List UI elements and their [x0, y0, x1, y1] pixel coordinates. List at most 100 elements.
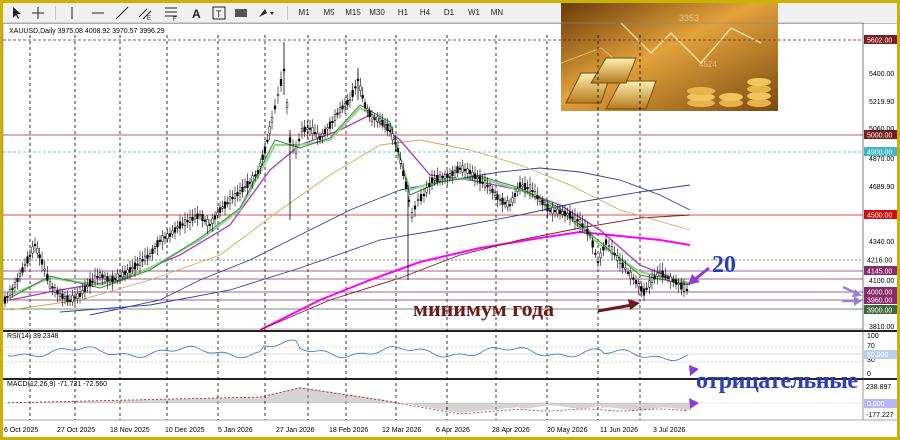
year-low-annotation: минимум года: [413, 296, 555, 321]
candle-body: [254, 174, 257, 177]
price-label: 4500.00: [867, 213, 892, 220]
candle-body: [471, 172, 474, 176]
candle-body: [88, 279, 92, 287]
candle-body: [221, 206, 224, 209]
candle-body: [491, 189, 494, 193]
candle-body: [86, 284, 89, 288]
candle-body: [451, 170, 454, 176]
date-tick: 18 Feb 2026: [329, 427, 368, 434]
candle-body: [501, 197, 504, 205]
candle-body: [503, 202, 507, 205]
price-tick: 5060.00: [869, 126, 894, 133]
candle-body: [156, 240, 159, 248]
candle-body: [456, 166, 459, 174]
candle-body: [23, 263, 27, 267]
candle-body: [436, 175, 439, 183]
price-tick: 4100.00: [869, 278, 894, 285]
candle-body: [596, 260, 600, 264]
candle-body: [73, 296, 77, 299]
candle-body: [318, 136, 322, 140]
candle-body: [303, 126, 306, 132]
date-tick: 6 Apr 2026: [436, 427, 470, 434]
rsi-line: [7, 339, 689, 362]
candle-body: [231, 196, 234, 200]
candle-body: [568, 211, 572, 219]
rsi-label: RSI(14) 39.2348: [7, 333, 59, 340]
price-label: 5602.00: [867, 38, 892, 45]
twenty-annotation: 20: [712, 252, 736, 278]
candle-body: [146, 254, 149, 259]
candle-body: [506, 200, 509, 208]
candle-body: [336, 112, 339, 115]
candle-body: [366, 108, 369, 111]
candle-body: [203, 219, 207, 222]
candle-body: [588, 233, 592, 237]
candle-body: [188, 217, 192, 223]
candle-body: [624, 267, 627, 270]
price-tick: 5400.00: [869, 71, 894, 78]
candle-body: [613, 252, 616, 256]
candle-body: [666, 276, 670, 280]
candle-body: [599, 252, 602, 258]
candle-body: [276, 93, 280, 97]
candle-body: [661, 270, 664, 278]
candle-body: [376, 116, 379, 122]
candle-body: [348, 98, 352, 102]
candle-body: [416, 198, 420, 202]
price-tick: 4340.00: [869, 239, 894, 246]
candle-body: [553, 209, 557, 213]
candle-body: [578, 219, 582, 225]
candle-body: [413, 205, 417, 210]
negative-annotation: отрицательные: [696, 368, 858, 394]
candle-body: [246, 181, 249, 188]
candle-body: [81, 290, 84, 294]
candle-body: [533, 191, 537, 197]
candle-body: [33, 243, 37, 247]
candle-body: [279, 79, 283, 86]
candle-body: [261, 154, 264, 160]
candle-body: [211, 218, 214, 224]
candle-body: [138, 258, 142, 266]
price-label: 3900.00: [867, 308, 892, 315]
candle-body: [176, 226, 179, 229]
candle-body: [556, 208, 559, 215]
candle-body: [338, 107, 342, 113]
price-tick: 3810.00: [869, 324, 894, 331]
price-label: 4900.00: [867, 150, 892, 157]
candle-body: [461, 165, 464, 173]
candle-body: [78, 293, 82, 297]
candle-body: [428, 183, 431, 187]
candle-body: [96, 275, 99, 279]
candle-body: [396, 148, 400, 152]
candle-body: [645, 287, 648, 290]
candle-body: [677, 282, 680, 286]
candle-body: [483, 180, 487, 188]
candle-body: [538, 198, 542, 202]
price-arrow-lower: [842, 296, 862, 306]
candle-body: [363, 102, 367, 108]
candle-body: [351, 89, 354, 97]
candle-body: [68, 299, 72, 302]
macd-tick: 0.000: [867, 401, 885, 408]
candle-body: [111, 275, 114, 283]
date-tick: 6 Oct 2025: [4, 427, 38, 434]
candle-body: [243, 185, 247, 189]
candle-body: [388, 129, 392, 132]
candle-body: [571, 216, 574, 219]
candle-body: [300, 128, 304, 132]
candle-body: [133, 262, 137, 270]
candle-body: [378, 118, 382, 122]
candle-body: [26, 256, 29, 264]
date-tick: 3 Jul 2026: [653, 427, 685, 434]
candle-body: [316, 132, 319, 139]
candle-body: [181, 223, 184, 226]
candle-body: [66, 295, 69, 303]
candle-body: [123, 271, 127, 275]
candle-body: [166, 233, 169, 239]
candle-body: [101, 274, 104, 279]
candle-body: [16, 278, 19, 282]
candle-body: [516, 188, 519, 192]
candle-body: [18, 273, 22, 277]
price-axis: 5400.00 5219.90 4870.00 4689.90 4340.00 4100.…: [864, 35, 897, 331]
candle-body: [128, 267, 132, 273]
